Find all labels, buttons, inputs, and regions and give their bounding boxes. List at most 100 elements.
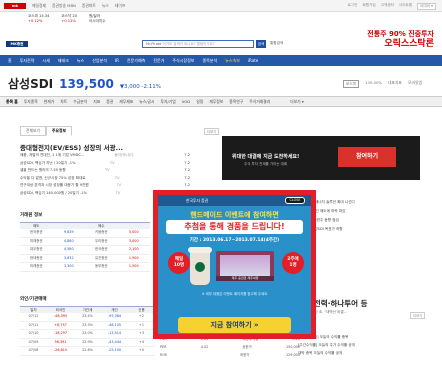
news-row[interactable]: 제품, 개발의 연대진, 1 1위 기업 VMDC... 동아(하나)다 7.2 xyxy=(20,152,190,160)
stock-name: 삼성SDI xyxy=(8,77,54,91)
news-headline[interactable]: 중대형전지(EV/ESS) 성장의 서광... xyxy=(20,142,123,152)
investor-table: 일자 외국인 기관계 개인 신용 07/12 -48,395 23.4% -95,384 +2 … xyxy=(20,306,155,356)
subnav-more[interactable]: 더보기 ▾ xyxy=(290,99,304,105)
participate-now-button[interactable]: 지금 참여하기 » xyxy=(178,317,291,333)
nav-item[interactable]: 전문가예측 xyxy=(127,58,145,64)
list-item[interactable]: 2차전지 관련주 동향 점검 xyxy=(300,216,430,225)
nav-item[interactable]: 재테크 xyxy=(58,58,69,64)
nav-item[interactable]: 홈 xyxy=(8,58,12,64)
subnav-item[interactable]: 현재가 xyxy=(44,99,54,105)
nav-item[interactable]: 산업분석 xyxy=(92,58,107,64)
news-row[interactable]: 삼성SDI, 핵심가 지난 / 20일기 -1% TV 7.2 xyxy=(20,160,190,168)
site-logo[interactable]: mk xyxy=(4,3,26,9)
news-more-button[interactable]: 더보기 xyxy=(204,128,220,135)
top-link[interactable]: 증권파트 xyxy=(82,3,96,9)
login-link[interactable]: 로그인 xyxy=(348,3,358,10)
subnav-item[interactable]: 지표 xyxy=(93,99,100,105)
subnav-item[interactable]: 투자종목 xyxy=(24,99,38,105)
top-link[interactable]: 뉴스 xyxy=(102,3,109,9)
list-item[interactable]: 코스피, 외인 매도에 하락 마감 xyxy=(300,207,430,216)
sitemap-link[interactable]: 사이트맵 xyxy=(399,3,412,10)
banner-ad-line1: 전통주 90% 진중투자 xyxy=(367,30,434,38)
nav-item[interactable]: 전문가 xyxy=(153,58,164,64)
stock-subnav: 종목 홈 투자종목 현재가 차트 수급분석 지표 증권 재무제표 뉴스/공시 투… xyxy=(0,96,442,107)
subnav-item[interactable]: 뉴스/공시 xyxy=(139,99,154,105)
subnav-item[interactable]: 종목연구 xyxy=(229,99,243,105)
subnav-item[interactable]: 차트 xyxy=(60,99,67,105)
kepco-more-button[interactable]: 더보기 xyxy=(410,312,426,319)
subnav-item[interactable]: 일정 xyxy=(196,99,203,105)
contest-join-button[interactable]: 참여하기 xyxy=(338,147,396,167)
contest-ad-banner[interactable]: 위대한 대결에 지금 도전하세요! 주식 투자 천재를 가리는 대회 참여하기 xyxy=(222,136,420,180)
index-item: 코스닥 20 +0.12% xyxy=(61,14,77,23)
search-button[interactable]: 검색 xyxy=(256,40,266,48)
cup-lid xyxy=(188,247,212,253)
top-tab[interactable]: 이데이 ▾ xyxy=(417,3,436,10)
news-row[interactable]: 연구대상 본격과 시장 성장률 대응기 월 9천원 TV 7.2 xyxy=(20,182,190,190)
integrated-search-link[interactable]: 통합검색 xyxy=(270,41,283,46)
top-links: 매일경제 증권방송 MBN 증권파트 뉴스 테이프 xyxy=(32,3,125,9)
news-row[interactable]: 수익을 다 없앤, 신규시장 75% 성장 확대로 TV 7.2 xyxy=(20,175,190,183)
table-header: 일자 외국인 기관계 개인 신용 xyxy=(20,306,155,313)
nav-item[interactable]: 투자전략 xyxy=(20,58,35,64)
index-item: 코스피 15.34 +0.12% xyxy=(28,14,50,23)
subnav-item[interactable]: 투자/기업 xyxy=(161,99,176,105)
top-link[interactable]: 매일경제 xyxy=(32,3,46,9)
market-badge: 코스피 xyxy=(342,80,360,88)
nav-item[interactable]: iRate xyxy=(248,58,258,63)
table-row: 07/10 -18,297 23.0% -13,514 +3 xyxy=(20,330,155,339)
top-link[interactable]: 테이프 xyxy=(115,3,125,9)
subnav-item[interactable]: 재무정보 xyxy=(209,99,223,105)
subnav-item[interactable]: 재무제표 xyxy=(119,99,133,105)
news-row[interactable]: 셀을 만드는 원리의 7.39 동향 TV 7.2 xyxy=(20,167,190,175)
popup-title: 핸드메이드 이벤트에 참여하면 xyxy=(190,211,279,219)
index-item: 원/달러 아시아지수 xyxy=(89,14,106,23)
investor-section-title: 외인/기관매매 xyxy=(20,297,47,302)
nav-item[interactable]: 종목분석 xyxy=(202,58,217,64)
top-bar: mk 매일경제 증권방송 MBN 증권파트 뉴스 테이프 로그인 회원가입 고객… xyxy=(0,0,442,12)
stock-header: 삼성SDI 139,500 ▼3,000 -2.11% xyxy=(8,75,161,92)
bottom-right-list: [주간 수익률] 오늘의 수익률 종목 [주간수익률] 오늘의 주가 수익률 공… xyxy=(298,333,432,357)
nav-item[interactable]: 시세 xyxy=(42,58,49,64)
stock-info: 139.00% xyxy=(365,80,383,85)
nav-item[interactable]: 주식시장정보 xyxy=(172,58,194,64)
subnav-item[interactable]: 증권 xyxy=(106,99,113,105)
subnav-item[interactable]: 주식거래결과 xyxy=(249,99,270,105)
list-item[interactable]: 삼성SDI, 에너지 솔루션 확대 나선다 xyxy=(300,198,430,207)
table-row: 07/08 -26,815 22.8% -25,100 +0 xyxy=(20,347,155,356)
top-banner-ad[interactable]: 전통주 90% 진중투자 오릭스스탁론 xyxy=(367,30,434,50)
list-item[interactable]: [주간수익률] 오늘의 주가 수익률 공개 xyxy=(298,341,432,349)
right-news-list: 삼성SDI, 에너지 솔루션 확대 나선다 코스피, 외인 매도에 하락 마감 … xyxy=(300,198,430,234)
subnav-item[interactable]: 수급분석 xyxy=(73,99,87,105)
nav-item[interactable]: IR xyxy=(115,58,119,63)
coffee-cup-image xyxy=(188,247,212,285)
search-input[interactable]: Mr.Pirate 이거도 검색이 되나요? 몇점인가요? xyxy=(142,40,254,48)
trading-section-title: 거래원 정보 xyxy=(20,213,43,218)
mk-securities-logo[interactable]: MK증권 xyxy=(6,41,28,47)
stock-right-info: 코스피 139.00% 대표지표 모바일앱 xyxy=(342,80,422,88)
list-item[interactable]: [주간 수익률] 오늘의 수익률 종목 xyxy=(298,333,432,341)
nav-item-highlight[interactable]: 뉴스속보 xyxy=(225,58,240,64)
list-item[interactable]: 대박 종목 오늘의 수익률 공개 xyxy=(298,349,432,357)
tab-main-info[interactable]: 주요정보 xyxy=(45,126,72,136)
join-link[interactable]: 회원가입 xyxy=(362,3,375,10)
table-row: 07/11 +8,757 23.3% -48,105 +1 xyxy=(20,322,155,330)
list-item[interactable]: 증권가 삼성SDI 목표가 하향 xyxy=(300,225,430,234)
table-row: 미래증권 3,300 동부증권 1,500 xyxy=(20,263,150,272)
popup-close-button[interactable]: CLOSE xyxy=(285,197,305,204)
top-link[interactable]: 증권방송 MBN xyxy=(52,3,76,9)
ticket-label: 제주 증권권 제주여행 xyxy=(216,276,274,281)
event-popup[interactable]: 한국투자 증권 CLOSE 핸드메이드 이벤트에 참여하면 추첨을 통해 경품을… xyxy=(153,190,316,339)
top-right-links: 로그인 회원가입 고객센터 사이트맵 이데이 ▾ xyxy=(348,3,436,10)
stock-info[interactable]: 모바일앱 xyxy=(408,80,422,88)
subnav-item-home[interactable]: 종목 홈 xyxy=(6,99,18,105)
metric-row: PER 4.02 상한가 150,000 xyxy=(160,345,300,349)
table-header: 매도 매수 xyxy=(20,222,150,229)
subnav-item[interactable]: VOD xyxy=(182,99,190,104)
nav-item[interactable]: 뉴스 xyxy=(77,58,84,64)
support-link[interactable]: 고객센터 xyxy=(381,3,394,10)
stock-info[interactable]: 대표지표 xyxy=(388,80,402,88)
table-row: 한국증권 9,839 키움증권 5,000 xyxy=(20,229,150,238)
table-row: 현대증권 3,632 유진증권 1,900 xyxy=(20,255,150,263)
tab-all[interactable]: 전체보기 xyxy=(20,126,46,136)
